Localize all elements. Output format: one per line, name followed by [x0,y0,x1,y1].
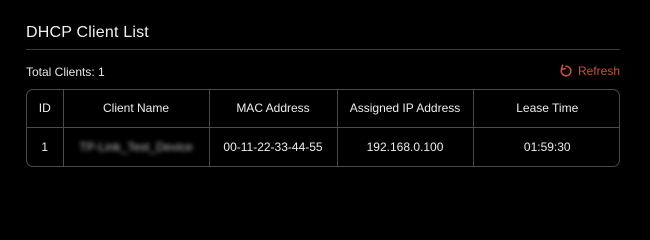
cell-mac-address: 00-11-22-33-44-55 [209,127,338,166]
column-header-mac-address[interactable]: MAC Address [209,90,338,128]
column-header-lease-time[interactable]: Lease Time [473,90,619,128]
cell-client-name: TP-Link_Test_Device [63,127,210,166]
dhcp-client-table: ID Client Name MAC Address Assigned IP A… [26,89,620,167]
column-header-id[interactable]: ID [27,90,64,128]
column-header-assigned-ip[interactable]: Assigned IP Address [337,90,474,128]
total-clients-label: Total Clients: [26,65,95,79]
cell-id: 1 [27,127,64,166]
total-clients: Total Clients: 1 [26,65,105,79]
title-divider [26,49,620,50]
refresh-icon [559,64,573,78]
cell-assigned-ip: 192.168.0.100 [337,127,474,166]
dhcp-client-list-panel: DHCP Client List Total Clients: 1 Refres… [0,0,650,215]
total-clients-count: 1 [98,65,105,79]
column-header-client-name[interactable]: Client Name [63,90,210,128]
refresh-button[interactable]: Refresh [559,64,620,78]
refresh-label: Refresh [577,64,620,78]
cell-lease-time: 01:59:30 [523,139,571,154]
table-header-row: ID Client Name MAC Address Assigned IP A… [27,90,619,128]
table-row: 1 TP-Link_Test_Device 00-11-22-33-44-55 … [27,127,619,166]
page-title: DHCP Client List [26,24,149,41]
